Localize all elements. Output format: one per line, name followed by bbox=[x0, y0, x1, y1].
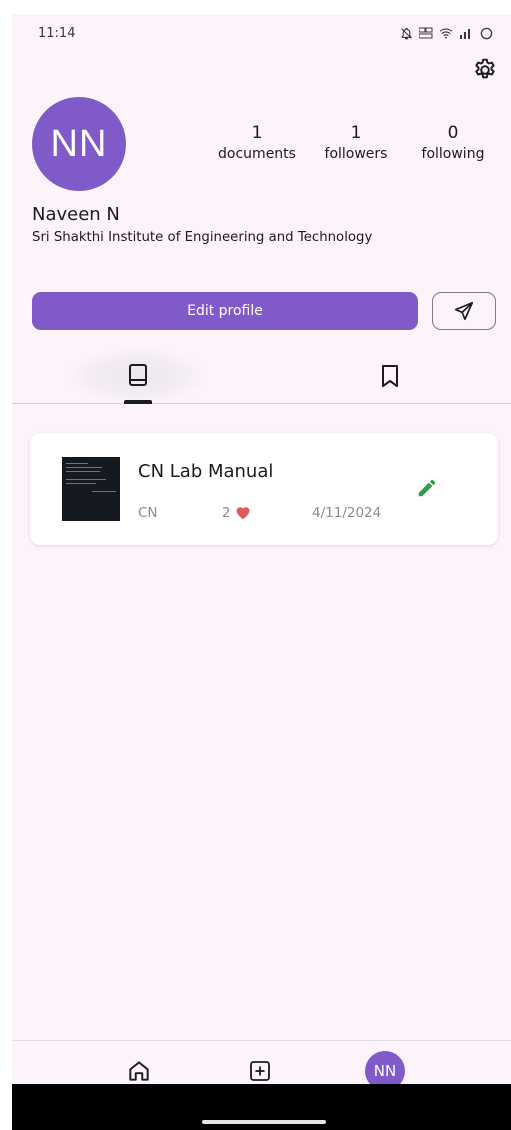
stat-followers[interactable]: 1 followers bbox=[318, 122, 394, 164]
heart-icon bbox=[236, 507, 249, 520]
document-title: CN Lab Manual bbox=[138, 461, 274, 482]
tab-indicator bbox=[124, 400, 152, 404]
edit-profile-button[interactable]: Edit profile bbox=[32, 292, 418, 330]
document-date: 4/11/2024 bbox=[312, 505, 382, 521]
profile-tabs bbox=[12, 346, 511, 404]
status-icons bbox=[399, 27, 493, 39]
battery-icon bbox=[479, 27, 493, 39]
gear-icon bbox=[475, 58, 495, 79]
documents-count: 1 bbox=[251, 123, 263, 143]
home-icon bbox=[129, 1061, 149, 1081]
stat-following[interactable]: 0 following bbox=[414, 122, 492, 164]
add-box-icon bbox=[250, 1061, 270, 1081]
profile-name: Naveen N bbox=[32, 204, 120, 225]
followers-count: 1 bbox=[350, 123, 362, 143]
document-likes[interactable]: 2 bbox=[222, 505, 251, 521]
tab-bookmarks[interactable] bbox=[320, 348, 460, 404]
nav-profile[interactable]: NN bbox=[365, 1051, 405, 1084]
document-thumbnail bbox=[62, 457, 120, 521]
settings-button[interactable] bbox=[469, 54, 501, 86]
book-icon bbox=[129, 364, 147, 386]
bell-off-icon bbox=[399, 27, 413, 39]
app-screen: 11:14 NN 1 documents 1 followers 0 follo… bbox=[12, 14, 511, 1084]
nav-add-document[interactable] bbox=[240, 1051, 280, 1084]
signal-icon bbox=[459, 27, 473, 39]
bottom-navigation: NN bbox=[12, 1040, 511, 1084]
status-time: 11:14 bbox=[38, 25, 76, 41]
likes-count: 2 bbox=[222, 505, 231, 521]
nav-profile-avatar: NN bbox=[365, 1051, 405, 1084]
document-subject: CN bbox=[138, 505, 158, 521]
profile-avatar[interactable]: NN bbox=[32, 97, 126, 191]
bookmark-icon bbox=[382, 365, 398, 387]
following-count: 0 bbox=[447, 123, 459, 143]
document-card[interactable]: CN Lab Manual CN 2 4/11/2024 bbox=[30, 433, 498, 545]
documents-label: documents bbox=[218, 146, 296, 162]
wifi-icon bbox=[439, 27, 453, 39]
status-bar: 11:14 bbox=[12, 14, 511, 52]
followers-label: followers bbox=[324, 146, 388, 162]
send-icon bbox=[454, 301, 474, 321]
edit-profile-label: Edit profile bbox=[187, 303, 263, 319]
system-navigation-bar bbox=[12, 1084, 511, 1130]
avatar-initials: NN bbox=[50, 122, 108, 165]
following-label: following bbox=[421, 146, 485, 162]
edit-document-button[interactable] bbox=[414, 475, 440, 501]
tab-documents[interactable] bbox=[68, 348, 208, 404]
volte-icon bbox=[419, 27, 433, 39]
nav-home[interactable] bbox=[119, 1051, 159, 1084]
profile-institute: Sri Shakthi Institute of Engineering and… bbox=[32, 230, 373, 245]
nav-avatar-initials: NN bbox=[373, 1062, 397, 1080]
stat-documents[interactable]: 1 documents bbox=[216, 122, 298, 164]
share-profile-button[interactable] bbox=[432, 292, 496, 330]
home-gesture-pill[interactable] bbox=[202, 1120, 326, 1124]
pencil-icon bbox=[418, 479, 436, 497]
